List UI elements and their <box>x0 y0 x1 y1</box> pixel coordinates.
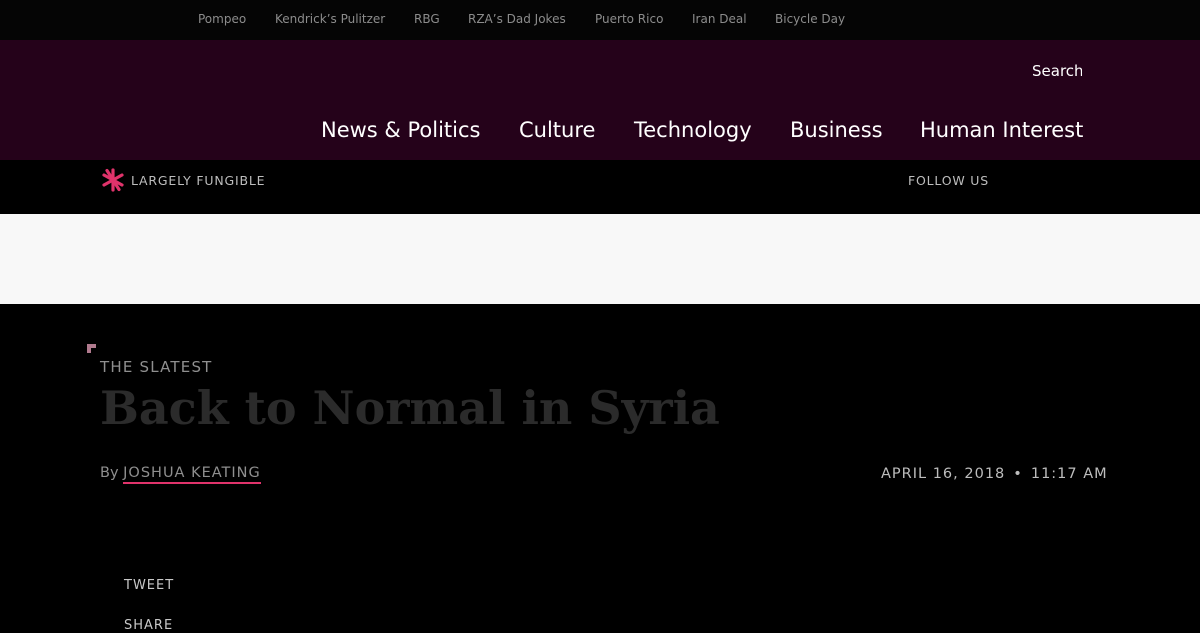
nav-business[interactable]: Business <box>790 118 883 142</box>
byline: By JOSHUA KEATING <box>100 465 261 484</box>
share-button[interactable]: SHARE <box>124 618 173 633</box>
article-dateline: APRIL 16, 2018 • 11:17 AM <box>881 466 1108 482</box>
trending-link-rbg[interactable]: RBG <box>414 12 440 26</box>
author-link[interactable]: JOSHUA KEATING <box>123 465 261 484</box>
sub-header: LARGELY FUNGIBLE FOLLOW US <box>0 160 1200 214</box>
trending-link-iran-deal[interactable]: Iran Deal <box>692 12 747 26</box>
dateline-separator: • <box>1013 466 1023 482</box>
tweet-button[interactable]: TWEET <box>124 578 174 593</box>
follow-us-label: FOLLOW US <box>908 173 989 188</box>
nav-culture[interactable]: Culture <box>519 118 595 142</box>
article-kicker[interactable]: THE SLATEST <box>100 358 213 376</box>
byline-prefix: By <box>100 465 119 481</box>
trending-link-pompeo[interactable]: Pompeo <box>198 12 246 26</box>
nav-news-politics[interactable]: News & Politics <box>321 118 480 142</box>
trending-link-kendrick[interactable]: Kendrick’s Pulitzer <box>275 12 385 26</box>
article-headline: Back to Normal in Syria <box>100 381 720 435</box>
nav-technology[interactable]: Technology <box>634 118 752 142</box>
nav-human-interest[interactable]: Human Interest <box>920 118 1083 142</box>
article-date: APRIL 16, 2018 <box>881 466 1006 482</box>
trending-link-rza[interactable]: RZA’s Dad Jokes <box>468 12 566 26</box>
trending-bar: Pompeo Kendrick’s Pulitzer RBG RZA’s Dad… <box>0 0 1200 40</box>
trending-link-puerto-rico[interactable]: Puerto Rico <box>595 12 663 26</box>
article-time: 11:17 AM <box>1030 466 1108 482</box>
starburst-logo-icon[interactable] <box>100 167 126 193</box>
brand-name[interactable]: LARGELY FUNGIBLE <box>131 173 265 188</box>
masthead: Search News & Politics Culture Technolog… <box>0 40 1200 160</box>
search-button[interactable]: Search <box>1032 62 1082 82</box>
ad-banner <box>0 214 1200 304</box>
corner-bracket-icon <box>87 344 96 353</box>
article-header: THE SLATEST Back to Normal in Syria By J… <box>0 304 1200 633</box>
trending-link-bicycle-day[interactable]: Bicycle Day <box>775 12 845 26</box>
